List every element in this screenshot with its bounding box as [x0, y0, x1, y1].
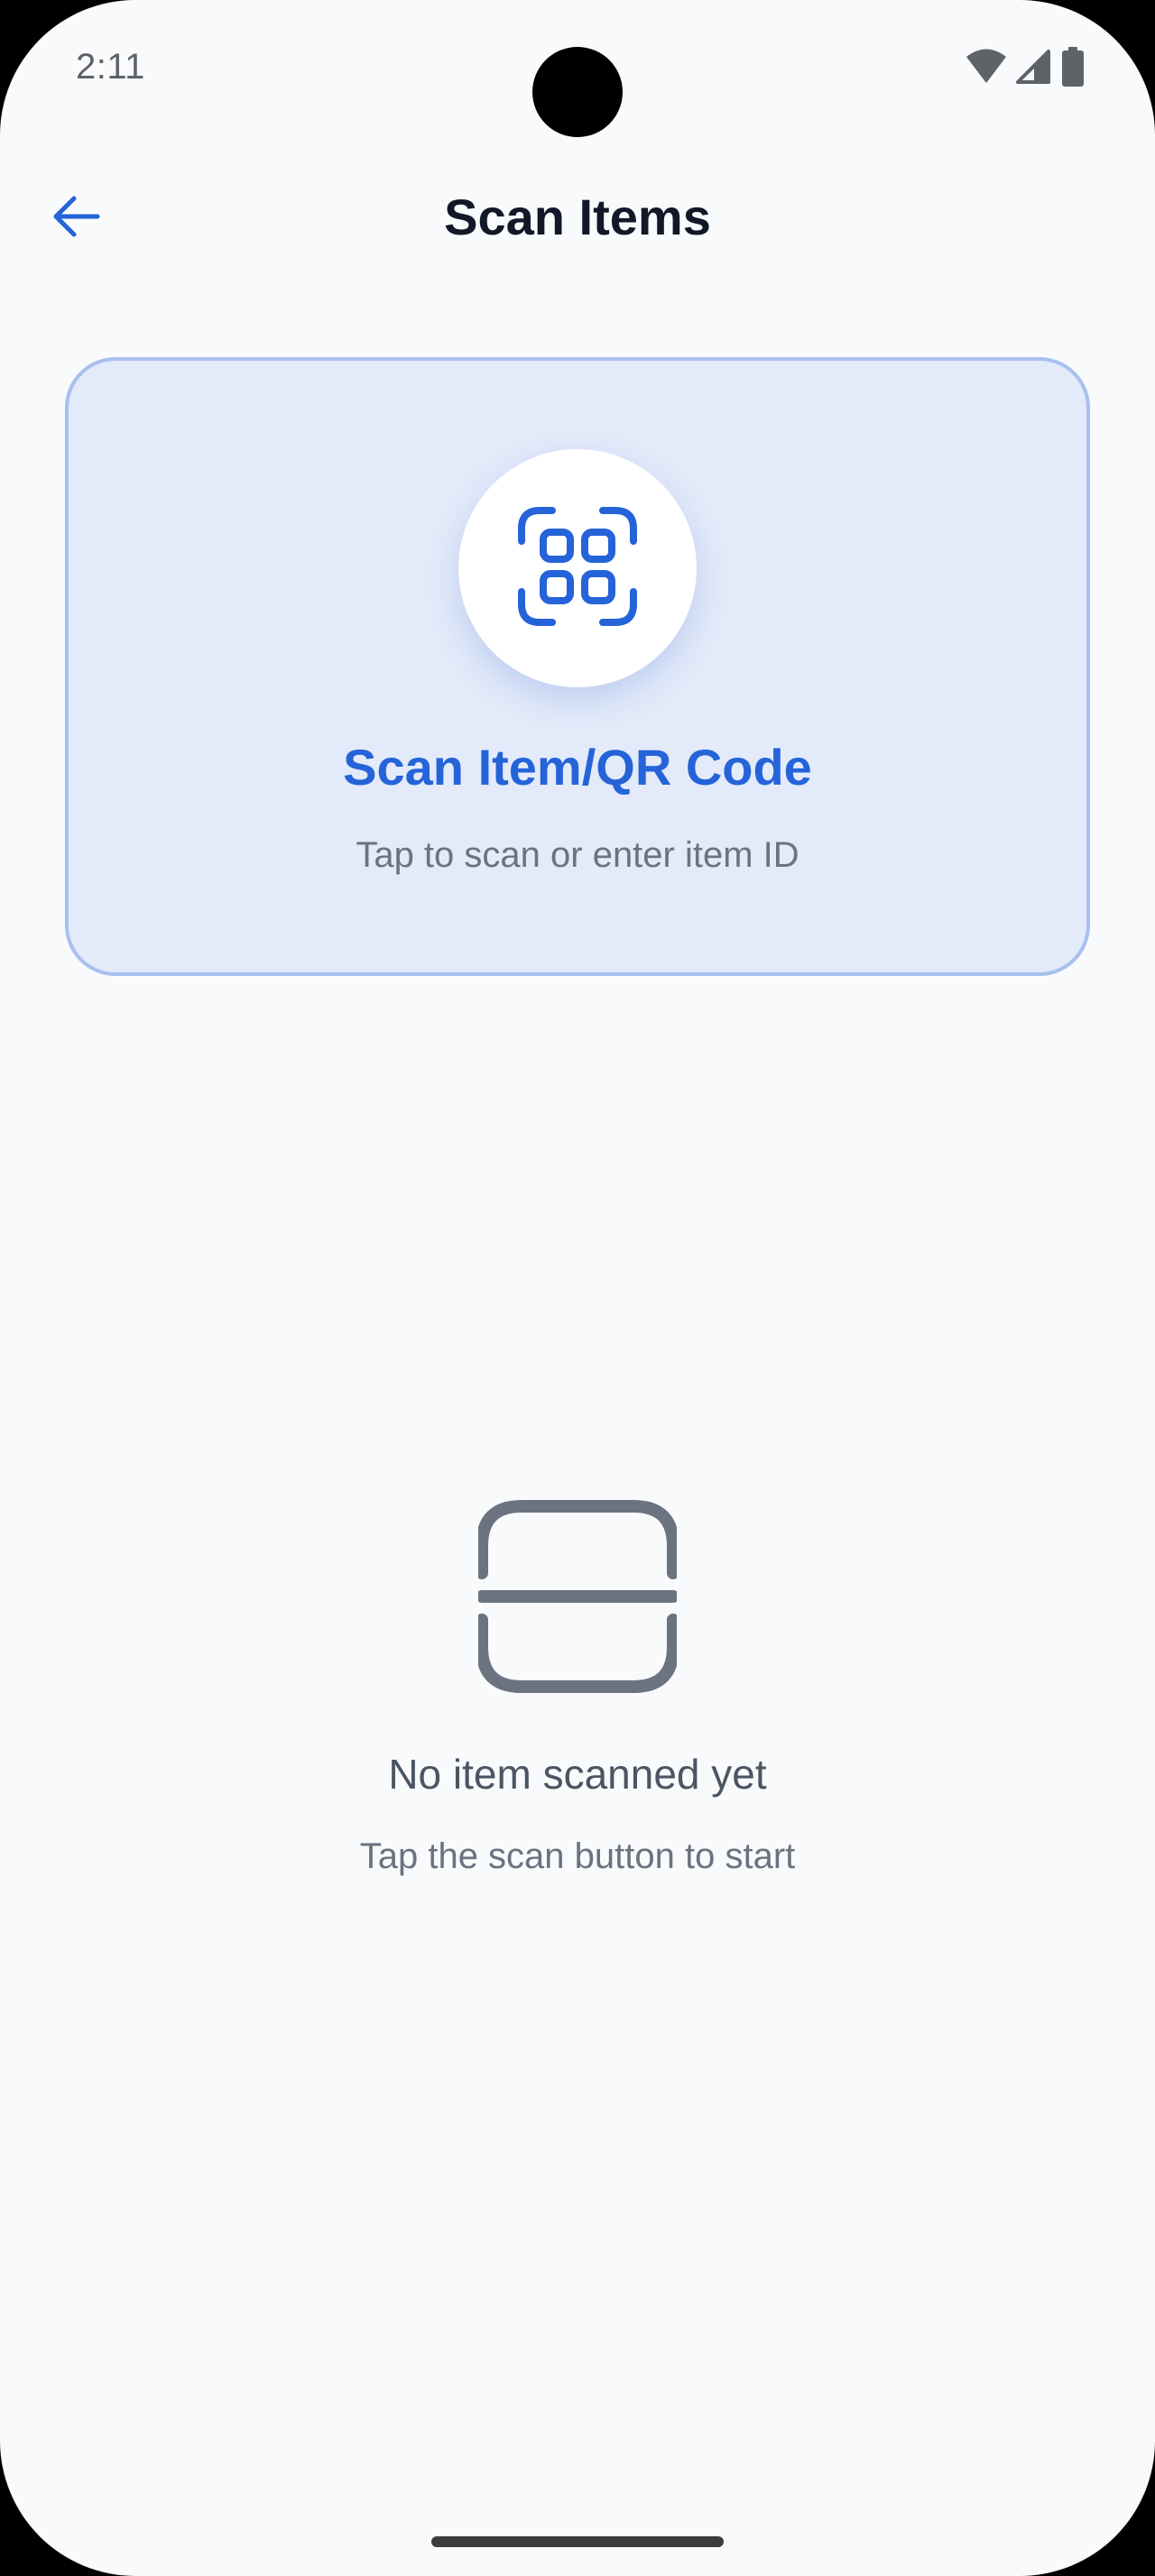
home-indicator[interactable]	[431, 2536, 724, 2547]
page-title: Scan Items	[444, 189, 711, 245]
camera-cutout	[532, 47, 623, 137]
status-icons	[966, 46, 1085, 91]
app-bar: Scan Items	[0, 162, 1155, 271]
status-time: 2:11	[76, 47, 145, 87]
qr-scan-icon	[516, 505, 639, 632]
scan-qr-card[interactable]: Scan Item/QR Code Tap to scan or enter i…	[65, 357, 1090, 976]
scan-card-title: Scan Item/QR Code	[343, 739, 812, 796]
empty-state-subtitle: Tap the scan button to start	[359, 1836, 796, 1876]
signal-icon	[1016, 49, 1052, 89]
app-screen: 2:11 Scan Items Scan Item/QR Code Tap to…	[0, 0, 1155, 2576]
scan-line-icon	[476, 1497, 679, 1696]
scan-card-subtitle: Tap to scan or enter item ID	[356, 835, 799, 875]
scan-icon-circle	[458, 449, 697, 687]
status-bar: 2:11	[0, 0, 1155, 137]
empty-state-title: No item scanned yet	[388, 1751, 767, 1798]
empty-state: No item scanned yet Tap the scan button …	[0, 1488, 1155, 1903]
battery-icon	[1061, 46, 1085, 91]
wifi-icon	[966, 49, 1007, 89]
